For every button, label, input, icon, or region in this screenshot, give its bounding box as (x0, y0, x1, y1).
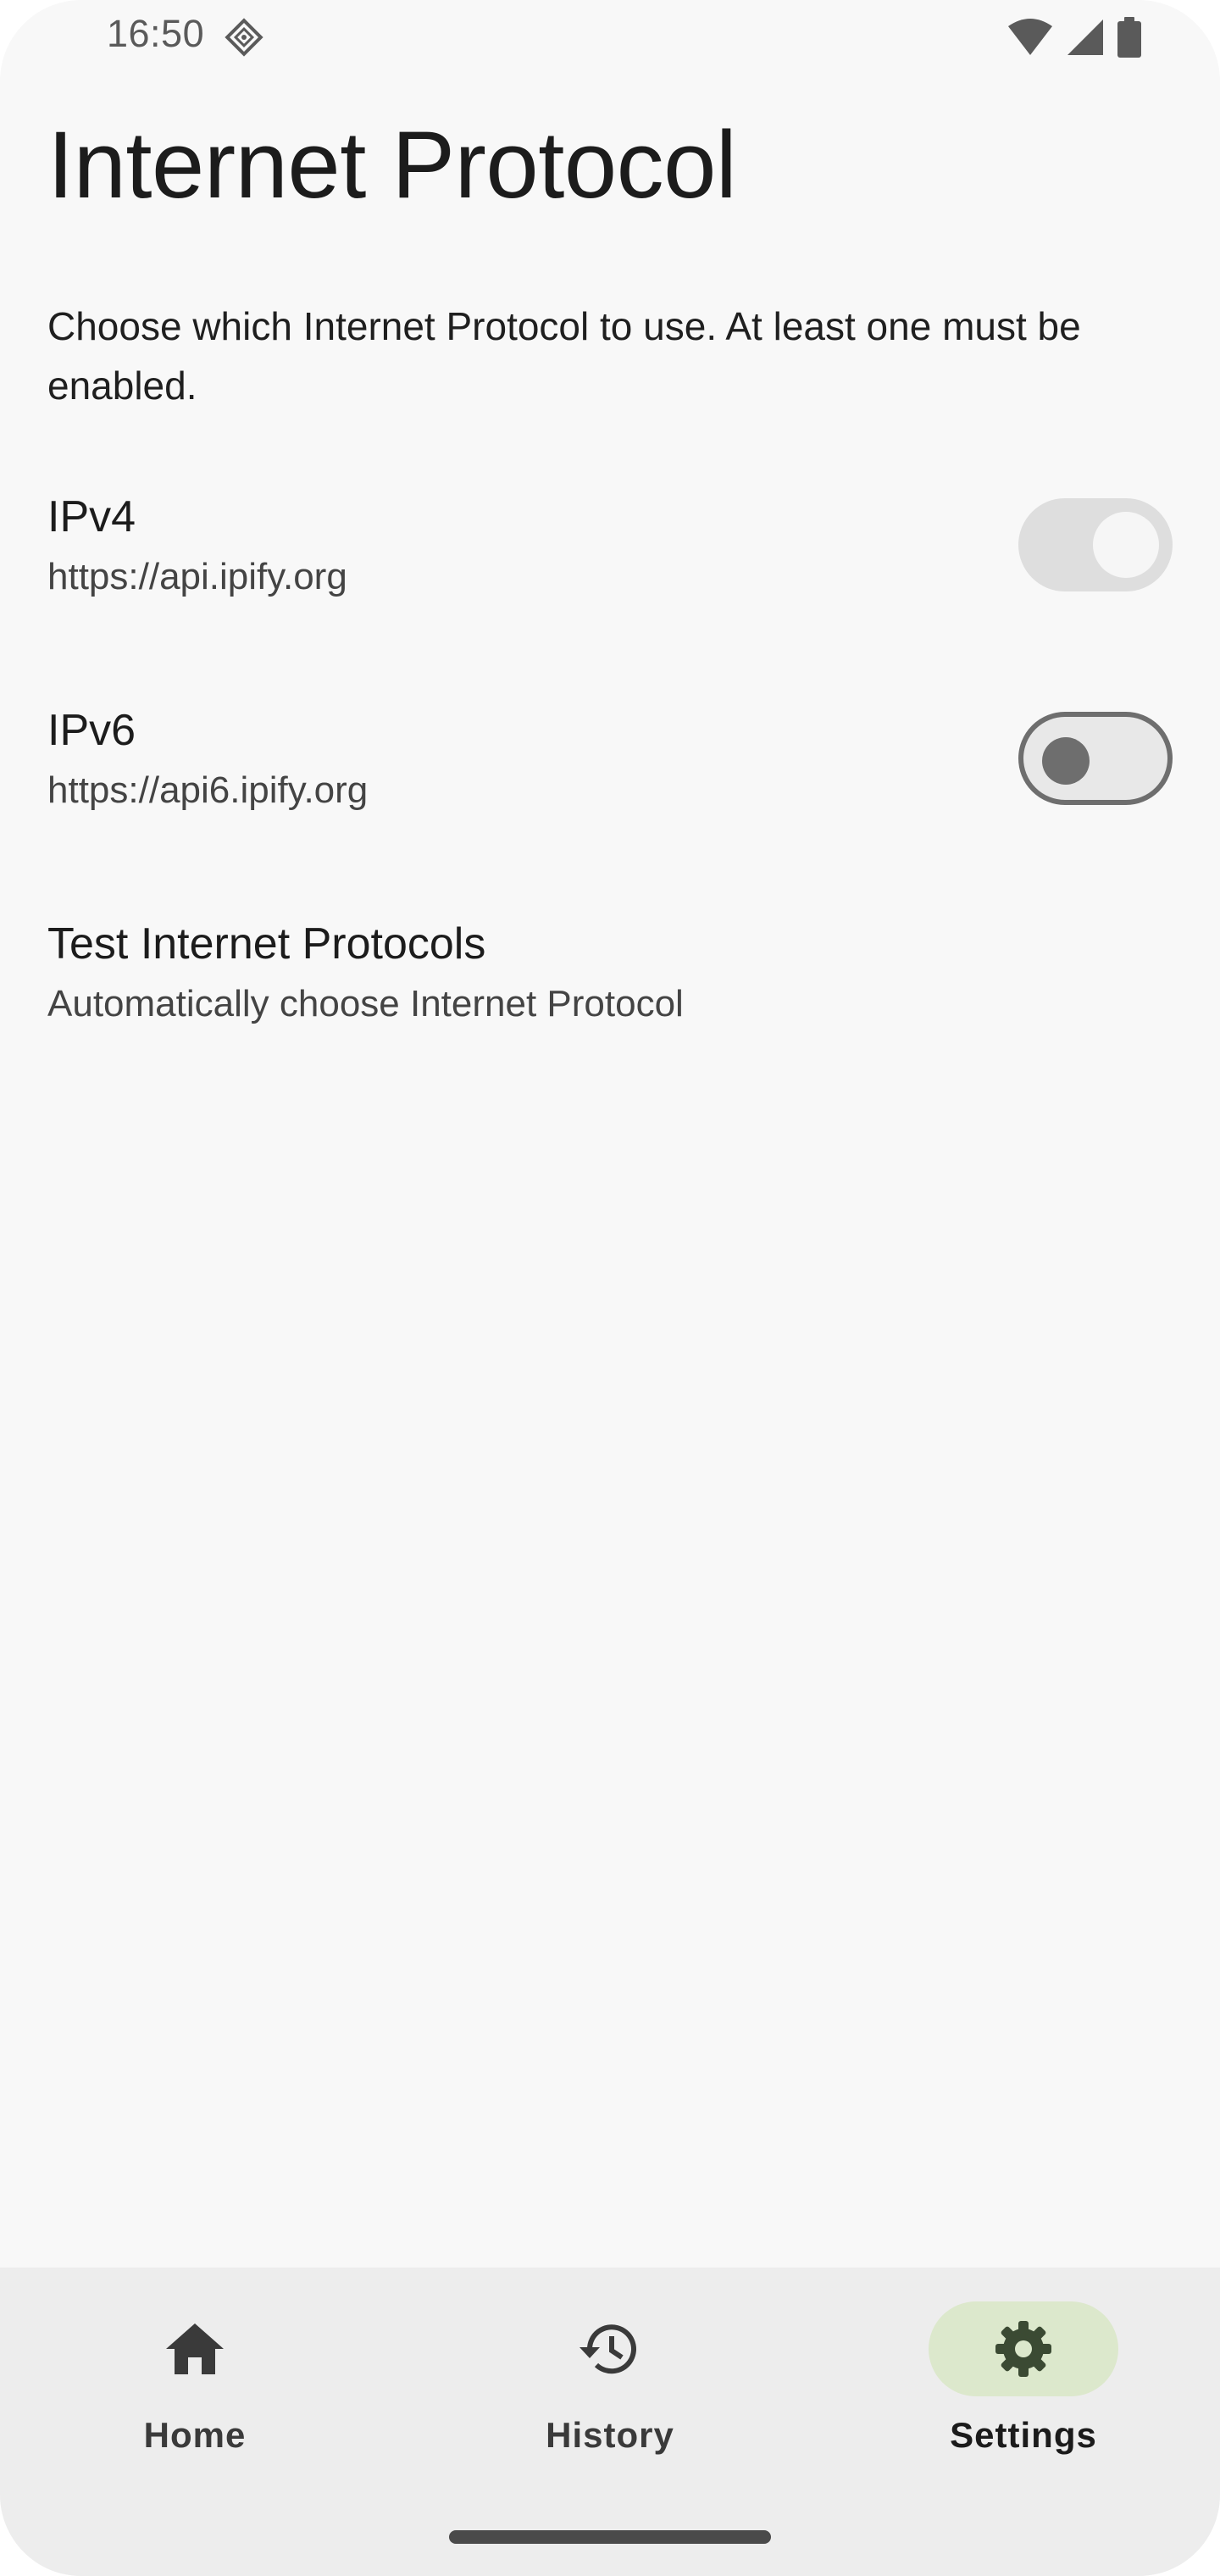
nav-label: Home (143, 2415, 247, 2455)
wifi-icon (1006, 18, 1054, 57)
pref-ipv6[interactable]: IPv6 https://api6.ipify.org (0, 705, 1220, 900)
page-description: Choose which Internet Protocol to use. A… (47, 304, 1081, 408)
status-icons (1006, 17, 1142, 58)
pref-ipv4[interactable]: IPv4 https://api.ipify.org (0, 491, 1220, 686)
pref-summary: Automatically choose Internet Protocol (47, 983, 684, 1024)
status-time: 16:50 (107, 12, 205, 55)
nav-icon-container (929, 2301, 1118, 2396)
home-icon (166, 2323, 224, 2374)
nav-icon-container (515, 2301, 705, 2396)
battery-icon (1117, 17, 1142, 58)
nav-history[interactable]: History (500, 2301, 720, 2471)
nav-settings[interactable]: Settings (913, 2301, 1134, 2471)
toggle-thumb (1093, 512, 1159, 578)
screen: 16:50 Internet Protocol Choose which Int… (0, 0, 1220, 2576)
pref-title: Test Internet Protocols (47, 919, 486, 969)
nav-icon-container (100, 2301, 290, 2396)
gear-icon (995, 2321, 1051, 2377)
toggle-thumb (1042, 737, 1090, 785)
ipv6-toggle[interactable] (1018, 712, 1173, 805)
history-icon (580, 2324, 636, 2374)
nav-label: Settings (950, 2415, 1097, 2455)
status-bar: 16:50 (0, 0, 1220, 73)
pref-title: IPv4 (47, 492, 136, 541)
pref-test-protocols[interactable]: Test Internet Protocols Automatically ch… (0, 919, 1220, 1113)
home-indicator[interactable] (449, 2530, 771, 2544)
nav-label: History (546, 2415, 674, 2455)
pref-summary: https://api6.ipify.org (47, 769, 369, 811)
diamond-grid-icon (222, 15, 266, 59)
nav-home[interactable]: Home (85, 2301, 305, 2471)
pref-summary: https://api.ipify.org (47, 556, 347, 597)
page-title: Internet Protocol (47, 112, 737, 218)
ipv4-toggle[interactable] (1018, 498, 1173, 591)
cell-signal-icon (1066, 18, 1105, 57)
pref-title: IPv6 (47, 706, 136, 755)
